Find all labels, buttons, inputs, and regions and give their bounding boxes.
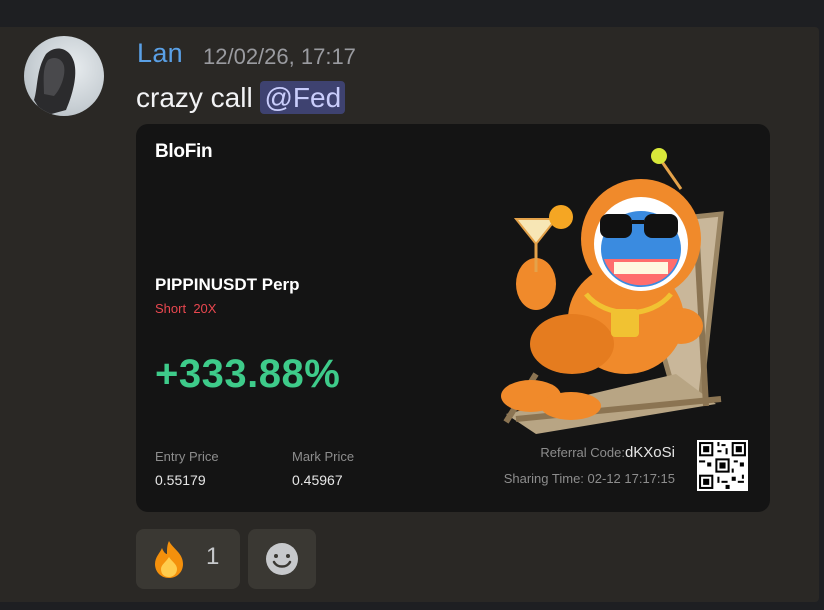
add-reaction-icon [266,543,298,575]
shared-image-card[interactable]: BloFin PIPPINUSDT Perp Short 20X +333.88… [136,124,770,512]
reaction-count: 1 [206,543,220,570]
user-avatar[interactable] [24,36,104,116]
top-bar [0,0,824,27]
sharing-time: Sharing Time: 02-12 17:17:15 [504,471,675,486]
trading-pair: PIPPINUSDT Perp [155,275,300,294]
brand-logo: BloFin [155,141,213,162]
position-side: Short 20X [155,301,216,316]
qr-code-icon [697,440,748,491]
avatar-photo-icon [34,48,76,116]
side-label: Short [155,301,187,316]
mark-price-value: 0.45967 [292,472,343,488]
mascot-illustration-icon [501,148,724,434]
entry-price-value: 0.55179 [155,472,206,488]
referral-label: Referral Code: [540,445,625,460]
mark-price-label: Mark Price [292,449,355,464]
user-mention[interactable]: @Fed [260,81,346,114]
fire-emoji-icon [155,541,183,578]
referral-code: Referral Code:dKXoSi [540,444,675,461]
message-timestamp: 12/02/26, 17:17 [203,44,356,69]
pnl-percentage: +333.88% [155,352,341,396]
message-content: crazy call @Fed [136,81,346,114]
add-reaction-button[interactable] [248,529,316,589]
sharing-label: Sharing Time: [503,471,584,486]
reaction-fire[interactable]: 1 [136,529,240,589]
message-author[interactable]: Lan [137,38,183,69]
referral-code-value: dKXoSi [624,444,675,461]
message-text: crazy call [136,82,253,113]
entry-price-label: Entry Price [155,449,219,464]
sharing-time-value: 02-12 17:17:15 [587,471,675,486]
leverage-label: 20X [193,301,217,316]
